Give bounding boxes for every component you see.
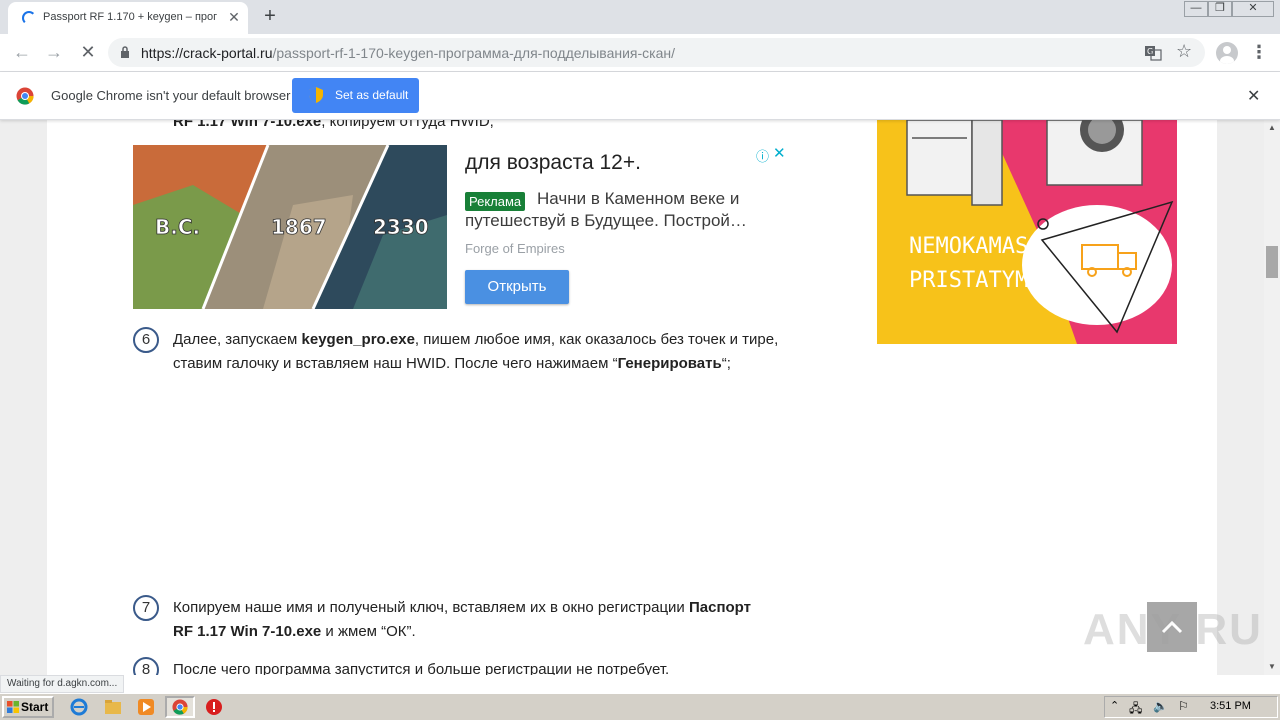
ad-close-icon[interactable]: ✕ (773, 144, 786, 162)
url-host: https://crack-portal.ru (141, 45, 273, 61)
ad-era-label: B.C. (155, 215, 200, 239)
start-label: Start (21, 700, 49, 714)
ad-badge: Реклама (465, 192, 526, 211)
chrome-logo-icon (172, 699, 188, 715)
tray-expand-icon[interactable]: ⌃ (1110, 699, 1119, 712)
minimize-button[interactable]: — (1184, 1, 1208, 17)
url-text: https://crack-portal.ru/passport-rf-1-17… (141, 45, 675, 61)
translate-icon[interactable]: G (1144, 44, 1162, 62)
scroll-down-arrow-icon[interactable]: ▼ (1264, 659, 1280, 675)
loading-spinner-icon (22, 11, 36, 25)
lock-icon (121, 46, 129, 58)
partial-step-text: RF 1.17 Win 7-10.exe, копируем оттуда HW… (173, 120, 833, 134)
partial-step-rest: , копируем оттуда HWID; (321, 120, 494, 130)
side-banner-ad[interactable]: NEMOKAMAS PRISTATYMAS (877, 120, 1177, 344)
file-explorer-icon[interactable] (104, 698, 122, 716)
back-to-top-button[interactable] (1147, 602, 1197, 652)
step-text-part: и жмем “ОК”. (321, 623, 416, 640)
step-text-part: Копируем наше имя и полученый ключ, вста… (173, 599, 689, 616)
step-text-part: Далее, запускаем (173, 331, 302, 348)
forward-arrow-icon[interactable]: → (42, 41, 66, 65)
chrome-logo-icon (16, 87, 34, 105)
partial-step-bold: RF 1.17 Win 7-10.exe (173, 120, 322, 130)
restore-button[interactable]: ❐ (1208, 1, 1232, 17)
chevron-up-icon (1161, 620, 1183, 634)
network-icon[interactable]: 🖧 (1129, 699, 1142, 720)
ad-brand[interactable]: Forge of Empires (465, 241, 565, 256)
tab-strip: Passport RF 1.170 + keygen – прог ✕ + — … (0, 0, 1280, 34)
status-bubble: Waiting for d.agkn.com... (0, 675, 125, 693)
chrome-taskbar-button[interactable] (165, 696, 195, 718)
page-viewport: RF 1.17 Win 7-10.exe, копируем оттуда HW… (0, 120, 1264, 675)
page-scrollbar[interactable]: ▲ ▼ (1264, 120, 1280, 675)
opera-stop-icon[interactable] (205, 698, 223, 716)
scroll-thumb[interactable] (1266, 246, 1278, 278)
ad-info-icon[interactable]: ⓘ (756, 146, 769, 165)
step-text: Копируем наше имя и полученый ключ, вста… (173, 596, 773, 644)
uac-shield-icon (309, 87, 323, 103)
article-content: RF 1.17 Win 7-10.exe, копируем оттуда HW… (47, 120, 1264, 675)
windows-taskbar: Start ⌃ 🖧 🔈 ⚐ 3:51 PM (0, 693, 1280, 720)
tab-close-icon[interactable]: ✕ (226, 9, 242, 25)
taskbar-clock[interactable]: 3:51 PM (1210, 700, 1251, 712)
default-browser-infobar: Google Chrome isn't your default browser… (0, 72, 1280, 120)
set-as-default-button[interactable]: Set as default (292, 78, 419, 113)
step-text: Далее, запускаем keygen_pro.exe, пишем л… (173, 328, 793, 376)
menu-dots-icon[interactable]: ⋮ (1250, 41, 1268, 65)
windows-logo-icon (7, 701, 19, 713)
step-number: 8 (133, 657, 159, 675)
step-number: 7 (133, 595, 159, 621)
scroll-up-arrow-icon[interactable]: ▲ (1264, 120, 1280, 136)
ad-open-button[interactable]: Открыть (465, 270, 569, 304)
step-number: 6 (133, 327, 159, 353)
ad-era-label: 1867 (271, 215, 327, 239)
ad-title[interactable]: для возраста 12+. (465, 151, 641, 175)
stop-loading-icon[interactable]: ✕ (76, 41, 100, 65)
system-tray: ⌃ 🖧 🔈 ⚐ 3:51 PM (1104, 696, 1278, 718)
new-tab-button[interactable]: + (258, 5, 282, 29)
step-bold: keygen_pro.exe (301, 331, 415, 348)
ad-era-label: 2330 (373, 215, 429, 239)
address-bar[interactable]: https://crack-portal.ru/passport-rf-1-17… (108, 38, 1205, 67)
media-player-icon[interactable] (137, 698, 155, 716)
set-as-default-label: Set as default (335, 88, 409, 102)
internet-explorer-icon[interactable] (70, 698, 88, 716)
url-path: /passport-rf-1-170-keygen-программа-для-… (272, 45, 676, 61)
bookmark-star-icon[interactable]: ☆ (1176, 41, 1192, 62)
volume-icon[interactable]: 🔈 (1153, 699, 1168, 713)
ad-image[interactable]: B.C. 1867 2330 (133, 145, 447, 309)
infobar-close-icon[interactable]: ✕ (1247, 86, 1260, 106)
back-arrow-icon[interactable]: ← (10, 41, 34, 65)
svg-text:G: G (1147, 47, 1153, 56)
browser-tab[interactable]: Passport RF 1.170 + keygen – прог ✕ (8, 2, 248, 34)
tab-title: Passport RF 1.170 + keygen – прог (43, 11, 218, 23)
browser-toolbar: ← → ✕ https://crack-portal.ru/passport-r… (0, 34, 1280, 72)
side-ad-line: PRISTATYMAS (909, 268, 1055, 293)
step-bold: Генерировать (617, 355, 722, 372)
step-text-part: “; (721, 355, 731, 372)
profile-avatar-icon[interactable] (1216, 42, 1238, 64)
infobar-message: Google Chrome isn't your default browser (51, 88, 291, 103)
start-button[interactable]: Start (2, 696, 54, 718)
step-text: После чего программа запустится и больше… (173, 661, 670, 675)
action-center-flag-icon[interactable]: ⚐ (1178, 699, 1189, 713)
window-close-button[interactable]: ✕ (1232, 1, 1274, 17)
side-ad-line: NEMOKAMAS (909, 234, 1029, 259)
